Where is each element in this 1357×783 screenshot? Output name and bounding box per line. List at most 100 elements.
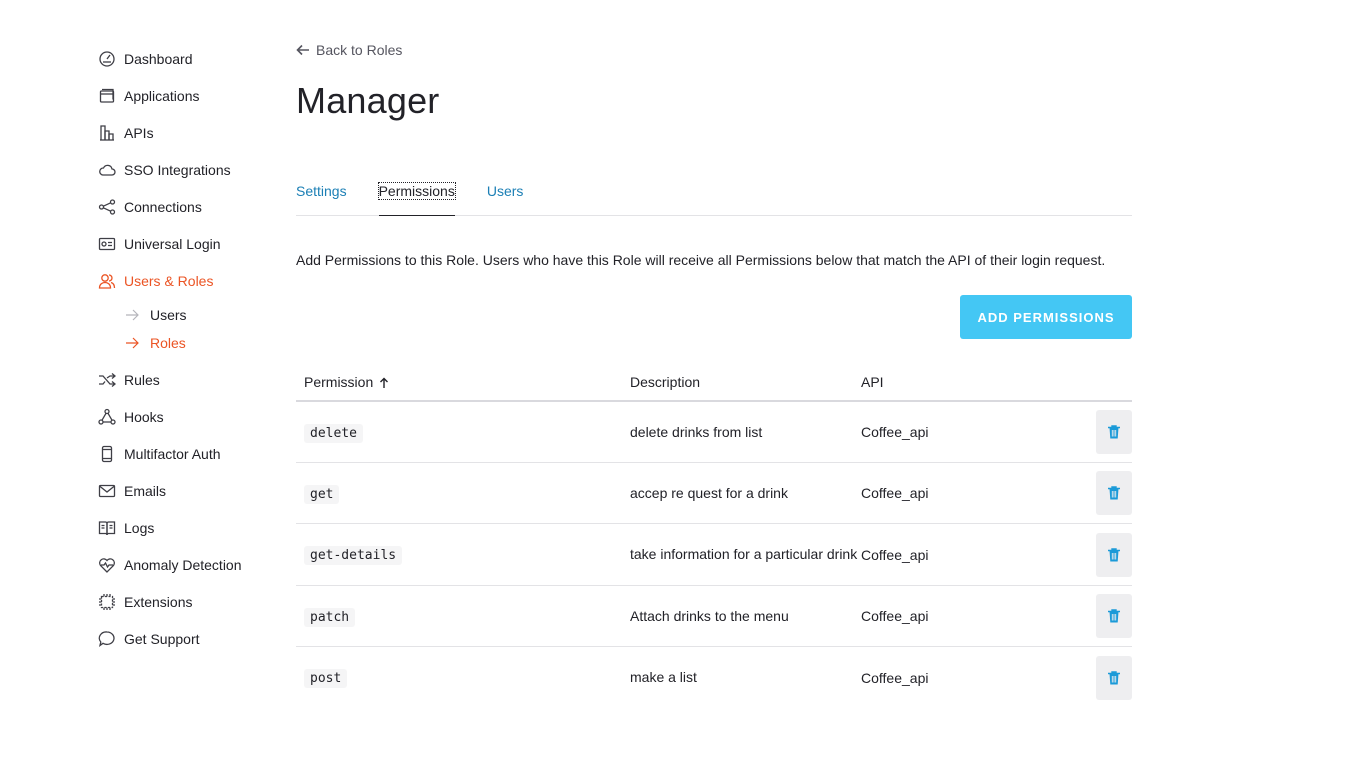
sidebar-item-users-roles[interactable]: Users & Roles [98, 262, 278, 299]
sidebar-subitem-roles[interactable]: Roles [98, 329, 278, 357]
tabs: Settings Permissions Users [296, 176, 1132, 216]
sidebar-item-get-support[interactable]: Get Support [98, 620, 278, 657]
sidebar-subitem-users[interactable]: Users [98, 301, 278, 329]
sidebar-item-hooks[interactable]: Hooks [98, 398, 278, 435]
trash-icon [1108, 670, 1120, 684]
sidebar-item-label: Universal Login [124, 235, 221, 252]
back-link-label: Back to Roles [316, 42, 403, 58]
mail-icon [98, 482, 116, 500]
permission-name: get [304, 484, 340, 504]
connections-icon [98, 198, 116, 216]
delete-permission-button[interactable] [1096, 594, 1132, 638]
sidebar-subitem-label: Users [150, 307, 187, 323]
arrow-right-icon [124, 335, 140, 351]
column-header-label: API [861, 374, 884, 390]
back-to-roles-link[interactable]: Back to Roles [296, 42, 402, 58]
permissions-description: Add Permissions to this Role. Users who … [296, 252, 1106, 268]
description-cell: accep re quest for a drink [630, 484, 788, 501]
hooks-icon [98, 408, 116, 426]
sidebar-item-label: Dashboard [124, 50, 193, 67]
delete-permission-button[interactable] [1096, 471, 1132, 515]
actions-cell [1080, 410, 1132, 454]
table-row: get accep re quest for a drink Coffee_ap… [296, 463, 1132, 524]
description-cell: take information for a particular drink [630, 546, 858, 562]
sidebar-item-label: APIs [124, 124, 154, 141]
sidebar: Dashboard Applications APIs SSO Integrat… [98, 40, 278, 657]
api-cell: Coffee_api [861, 608, 929, 624]
cloud-icon [98, 161, 116, 179]
description-cell: delete drinks from list [630, 423, 763, 440]
apis-icon [98, 124, 116, 142]
column-header-permission[interactable]: Permission [296, 374, 630, 390]
permission-cell: delete [296, 423, 630, 443]
tab-settings[interactable]: Settings [296, 176, 347, 216]
sidebar-item-label: Get Support [124, 630, 200, 647]
column-header-label: Description [630, 374, 701, 390]
trash-icon [1108, 609, 1120, 623]
description-cell: make a list [630, 669, 697, 685]
description-cell: Attach drinks to the menu [630, 607, 789, 624]
sidebar-item-universal-login[interactable]: Universal Login [98, 225, 278, 262]
users-icon [98, 272, 116, 290]
permission-name: delete [304, 423, 363, 443]
table-row: post make a list Coffee_api [296, 647, 1132, 708]
permission-cell: post [296, 669, 630, 688]
sort-ascending-icon [379, 376, 389, 388]
delete-permission-button[interactable] [1096, 532, 1132, 577]
sidebar-item-emails[interactable]: Emails [98, 472, 278, 509]
permission-cell: get-details [296, 546, 630, 565]
delete-permission-button[interactable] [1096, 655, 1132, 700]
sidebar-item-label: Extensions [124, 593, 193, 610]
arrow-left-icon [296, 44, 309, 56]
permission-name: post [304, 669, 348, 688]
sidebar-item-multifactor-auth[interactable]: Multifactor Auth [98, 435, 278, 472]
tab-label: Permissions [377, 182, 456, 200]
tab-label: Users [486, 183, 524, 199]
phone-icon [98, 445, 116, 463]
chat-icon [98, 630, 116, 648]
tab-users[interactable]: Users [487, 176, 524, 216]
sidebar-item-dashboard[interactable]: Dashboard [98, 40, 278, 77]
table-row: delete delete drinks from list Coffee_ap… [296, 402, 1132, 463]
permission-cell: patch [296, 607, 630, 627]
actions-cell [1080, 594, 1132, 638]
api-cell: Coffee_api [861, 546, 929, 563]
actions-cell [1080, 532, 1132, 577]
actions-cell [1080, 471, 1132, 515]
sidebar-subitem-label: Roles [150, 335, 186, 351]
arrow-right-icon [124, 307, 140, 323]
sidebar-item-logs[interactable]: Logs [98, 509, 278, 546]
add-permissions-button[interactable]: ADD PERMISSIONS [960, 295, 1132, 339]
permission-name: get-details [304, 546, 403, 565]
table-row: patch Attach drinks to the menu Coffee_a… [296, 586, 1132, 647]
sidebar-item-label: Multifactor Auth [124, 445, 221, 462]
column-header-api: API [861, 374, 1080, 390]
sidebar-item-label: Users & Roles [124, 272, 214, 289]
permission-name: patch [304, 607, 356, 627]
sidebar-item-anomaly-detection[interactable]: Anomaly Detection [98, 546, 278, 583]
permissions-table: Permission Description API delete delete… [296, 364, 1132, 708]
applications-icon [98, 87, 116, 105]
page-title: Manager [296, 80, 440, 121]
sidebar-item-extensions[interactable]: Extensions [98, 583, 278, 620]
column-header-label: Permission [304, 374, 374, 390]
rules-icon [98, 371, 116, 389]
sidebar-item-label: Connections [124, 198, 202, 215]
sidebar-item-label: Emails [124, 482, 167, 499]
api-cell: Coffee_api [861, 424, 929, 440]
trash-icon [1108, 547, 1120, 561]
sidebar-item-rules[interactable]: Rules [98, 361, 278, 398]
trash-icon [1108, 486, 1120, 500]
sidebar-item-sso-integrations[interactable]: SSO Integrations [98, 151, 278, 188]
sidebar-item-connections[interactable]: Connections [98, 188, 278, 225]
sidebar-item-label: SSO Integrations [124, 161, 231, 178]
permission-cell: get [296, 484, 630, 504]
tab-label: Settings [296, 183, 347, 199]
delete-permission-button[interactable] [1096, 410, 1132, 454]
column-header-description: Description [630, 374, 861, 390]
tab-permissions[interactable]: Permissions [377, 176, 456, 216]
sidebar-item-applications[interactable]: Applications [98, 77, 278, 114]
sidebar-item-apis[interactable]: APIs [98, 114, 278, 151]
book-icon [98, 519, 116, 537]
sidebar-item-label: Anomaly Detection [124, 556, 242, 573]
